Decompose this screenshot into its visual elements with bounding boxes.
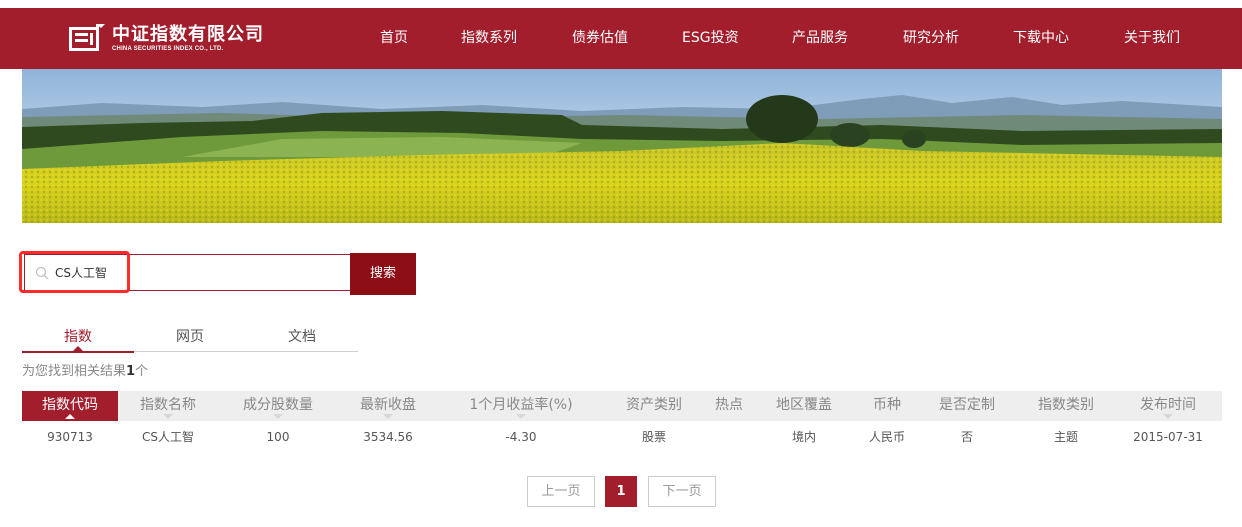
column-hotspot[interactable]: 热点 [702, 391, 756, 421]
column-asset-class[interactable]: 资产类别 [612, 391, 696, 421]
logo-english-name: CHINA SECURITIES INDEX CO., LTD. [112, 46, 224, 52]
landscape-illustration [22, 69, 1222, 223]
sort-descending-icon [1163, 414, 1173, 419]
column-label: 地区覆盖 [776, 397, 832, 413]
search-box[interactable] [24, 254, 351, 291]
cell-index-name[interactable]: CS人工智 [118, 421, 218, 453]
table-row[interactable]: 930713 CS人工智 100 3534.56 -4.30 股票 境内 人民币… [22, 421, 1222, 453]
tab-document[interactable]: 文档 [246, 326, 358, 352]
cell-currency: 人民币 [868, 430, 905, 444]
column-index-name[interactable]: 指数名称 [118, 391, 218, 421]
result-suffix: 个 [135, 364, 149, 379]
nav-download-center[interactable]: 下载中心 [1013, 28, 1069, 48]
search-input[interactable] [55, 255, 345, 290]
column-label: 1个月收益率(%) [469, 397, 573, 413]
cell-hotspot [702, 421, 756, 453]
logo-chinese-name: 中证指数有限公司 [112, 24, 264, 45]
column-index-category[interactable]: 指数类别 [1026, 391, 1106, 421]
active-tab-caret-icon [72, 346, 84, 352]
column-label: 热点 [715, 397, 743, 413]
column-label: 最新收盘 [360, 397, 416, 413]
logo-wordmark: 中证指数有限公司 CHINA SECURITIES INDEX CO., LTD… [112, 25, 264, 53]
nav-about-us[interactable]: 关于我们 [1124, 28, 1180, 48]
cell-index-code[interactable]: 930713 [22, 421, 118, 453]
cell-release-date: 2015-07-31 [1133, 430, 1203, 444]
tab-web[interactable]: 网页 [134, 326, 246, 352]
tab-index[interactable]: 指数 [22, 326, 134, 353]
banner-image [22, 69, 1222, 223]
column-label: 指数名称 [140, 397, 196, 413]
column-label: 指数类别 [1038, 397, 1094, 413]
sort-ascending-icon [65, 414, 75, 419]
cell-customized: 否 [960, 430, 973, 444]
column-index-code[interactable]: 指数代码 [22, 391, 118, 421]
result-number: 1 [126, 364, 136, 379]
column-1m-return[interactable]: 1个月收益率(%) [450, 391, 592, 421]
cell-region: 境内 [791, 430, 816, 444]
cell-index-category: 主题 [1053, 430, 1078, 444]
column-label: 发布时间 [1140, 397, 1196, 413]
nav-esg-investment[interactable]: ESG投资 [682, 28, 739, 48]
column-customized[interactable]: 是否定制 [928, 391, 1006, 421]
column-region[interactable]: 地区覆盖 [762, 391, 846, 421]
column-currency[interactable]: 币种 [856, 391, 918, 421]
cell-latest-close: 3534.56 [363, 430, 413, 444]
search-icon [35, 266, 49, 280]
result-tabs: 指数 网页 文档 [22, 326, 358, 353]
next-page-button[interactable]: 下一页 [648, 476, 716, 507]
tab-index-label: 指数 [64, 329, 92, 345]
nav-research[interactable]: 研究分析 [903, 28, 959, 48]
page-number-current[interactable]: 1 [605, 476, 637, 507]
nav-product-services[interactable]: 产品服务 [792, 28, 848, 48]
column-latest-close[interactable]: 最新收盘 [338, 391, 438, 421]
result-count: 为您找到相关结果1个 [22, 364, 148, 380]
sort-descending-icon [163, 414, 173, 419]
cell-1m-return: -4.30 [505, 430, 537, 444]
column-constituents[interactable]: 成分股数量 [228, 391, 328, 421]
column-release-date[interactable]: 发布时间 [1126, 391, 1210, 421]
column-label: 币种 [873, 397, 901, 413]
column-label: 指数代码 [42, 397, 98, 413]
sort-descending-icon [516, 414, 526, 419]
top-nav-bar: 中证指数有限公司 CHINA SECURITIES INDEX CO., LTD… [0, 8, 1242, 69]
sort-descending-icon [273, 414, 283, 419]
column-label: 是否定制 [939, 397, 995, 413]
search-button[interactable]: 搜索 [350, 253, 416, 295]
result-prefix: 为您找到相关结果 [22, 364, 127, 379]
column-label: 成分股数量 [243, 397, 313, 413]
nav-index-series[interactable]: 指数系列 [461, 28, 517, 48]
previous-page-button[interactable]: 上一页 [527, 476, 595, 507]
nav-home[interactable]: 首页 [380, 28, 408, 48]
csi-logo-icon [69, 24, 105, 51]
cell-constituents: 100 [266, 430, 290, 444]
table-header: 指数代码 指数名称 成分股数量 最新收盘 1个月收益率(%) 资产类别 热点 地… [22, 391, 1222, 421]
nav-bond-valuation[interactable]: 债券估值 [572, 28, 628, 48]
site-logo[interactable]: 中证指数有限公司 CHINA SECURITIES INDEX CO., LTD… [68, 21, 264, 57]
cell-asset-class: 股票 [641, 430, 666, 444]
column-label: 资产类别 [626, 397, 682, 413]
sort-descending-icon [383, 414, 393, 419]
